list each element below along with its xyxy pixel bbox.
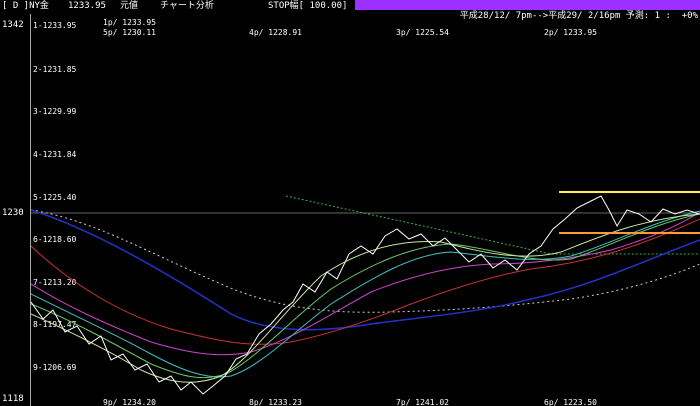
chart-plot-area[interactable]: 1-1233.95 2-1231.85 3-1229.99 4-1231.84 … bbox=[31, 14, 700, 406]
level-label: 3-1229.99 bbox=[33, 107, 77, 116]
level-labels: 1-1233.95 2-1231.85 3-1229.99 4-1231.84 … bbox=[33, 21, 77, 372]
period-label: 6p/ 1223.50 bbox=[544, 398, 597, 406]
moving-average-line bbox=[31, 213, 700, 383]
axis-bottom-label: 1118 bbox=[2, 394, 24, 404]
current-price: 1233.95 bbox=[68, 1, 106, 11]
axis-top-label: 1342 bbox=[2, 20, 24, 30]
period-label: 5p/ 1230.11 bbox=[103, 28, 156, 37]
period-label: 8p/ 1233.23 bbox=[249, 398, 302, 406]
period-label: 3p/ 1225.54 bbox=[396, 28, 449, 37]
symbol-label[interactable]: [ D ]NY金 bbox=[2, 0, 49, 12]
moving-average-line bbox=[31, 213, 700, 379]
period-label: 2p/ 1233.95 bbox=[544, 28, 597, 37]
period-label: 9p/ 1234.20 bbox=[103, 398, 156, 406]
chart-analysis-menu[interactable]: チャート分析 bbox=[160, 0, 214, 12]
stop-width-field[interactable]: STOP幅[ 100.00] bbox=[268, 0, 347, 12]
top-period-labels: 1p/ 1233.95 5p/ 1230.11 4p/ 1228.91 3p/ … bbox=[103, 18, 597, 37]
axis-mid-label: 1230 bbox=[2, 208, 24, 218]
value-type-menu[interactable]: 元値 bbox=[120, 0, 138, 12]
level-label: 9-1206.69 bbox=[33, 363, 77, 372]
period-label: 1p/ 1233.95 bbox=[103, 18, 156, 27]
level-label: 7-1213.20 bbox=[33, 278, 77, 287]
level-label: 4-1231.84 bbox=[33, 150, 77, 159]
level-label: 6-1218.60 bbox=[33, 235, 77, 244]
level-label: 2-1231.85 bbox=[33, 65, 77, 74]
moving-average-line bbox=[31, 210, 700, 378]
bottom-period-labels: 9p/ 1234.20 8p/ 1233.23 7p/ 1241.02 6p/ … bbox=[103, 398, 597, 406]
level-label: 5-1225.40 bbox=[33, 193, 77, 202]
price-axis: 1342 1230 1118 bbox=[0, 14, 31, 406]
level-label: 1-1233.95 bbox=[33, 21, 77, 30]
long-term-dotted-line bbox=[31, 209, 700, 313]
period-label: 7p/ 1241.02 bbox=[396, 398, 449, 406]
status-bar bbox=[355, 0, 700, 10]
period-label: 4p/ 1228.91 bbox=[249, 28, 302, 37]
